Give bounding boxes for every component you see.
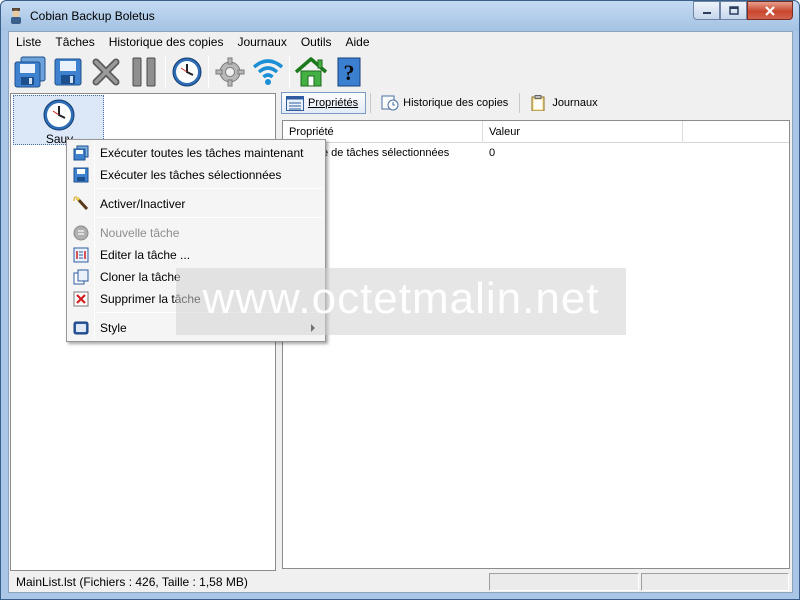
minimize-button[interactable] (693, 1, 720, 20)
maximize-icon (728, 6, 739, 15)
menu-item-label: Nouvelle tâche (100, 226, 180, 240)
svg-text:?: ? (344, 60, 355, 85)
column-header-empty (683, 121, 789, 143)
tab-journaux[interactable]: Journaux (526, 92, 604, 114)
menu-item-label: Style (100, 321, 127, 335)
menu-item-label: Exécuter les tâches sélectionnées (100, 168, 282, 182)
status-text: MainList.lst (Fichiers : 426, Taille : 1… (16, 574, 248, 589)
toolbar-separator (208, 56, 209, 88)
status-panel (489, 572, 639, 591)
clock-icon (172, 57, 202, 87)
menu-item-label: Activer/Inactiver (100, 197, 186, 211)
tab-label: Journaux (552, 97, 598, 109)
save-button[interactable] (49, 54, 87, 90)
settings-gear-icon (215, 57, 245, 87)
menu-journaux[interactable]: Journaux (230, 32, 293, 51)
maximize-button[interactable] (720, 1, 747, 20)
delete-task-icon (73, 291, 89, 307)
magic-wand-icon (73, 196, 89, 211)
wireless-icon (252, 59, 284, 85)
help-button[interactable]: ? (330, 54, 368, 90)
network-button[interactable] (249, 54, 287, 90)
schedule-button[interactable] (168, 54, 206, 90)
toolbar: ? (9, 52, 792, 92)
menu-liste[interactable]: Liste (9, 32, 48, 51)
menu-item-run-all[interactable]: Exécuter toutes les tâches maintenant (69, 142, 323, 164)
tab-separator (370, 93, 372, 113)
window-controls (693, 1, 793, 21)
watermark-text: www.octetmalin.net (202, 274, 600, 323)
menu-item-edit-task[interactable]: Editer la tâche ... (69, 244, 323, 266)
pause-icon (132, 57, 156, 87)
watermark: www.octetmalin.net (176, 268, 626, 335)
run-all-icon (14, 56, 46, 88)
menu-separator (97, 217, 323, 218)
new-task-icon (73, 225, 89, 241)
tab-historique[interactable]: Historique des copies (377, 92, 515, 114)
properties-table[interactable]: Propriété Valeur Nombre de tâches sélect… (282, 120, 790, 569)
properties-icon (286, 95, 304, 111)
task-item[interactable]: Sauv (13, 95, 104, 146)
window-title: Cobian Backup Boletus (30, 9, 155, 23)
clock-icon (43, 99, 75, 131)
menu-taches[interactable]: Tâches (48, 32, 101, 51)
menu-item-new-task: Nouvelle tâche (69, 222, 323, 244)
stop-icon (92, 58, 120, 86)
settings-button[interactable] (211, 54, 249, 90)
app-icon (11, 8, 21, 24)
home-icon (294, 57, 328, 87)
close-button[interactable] (747, 1, 793, 20)
menu-item-label: Cloner la tâche (100, 270, 181, 284)
menu-item-label: Editer la tâche ... (100, 248, 191, 262)
menu-aide[interactable]: Aide (339, 32, 377, 51)
pause-button[interactable] (125, 54, 163, 90)
menu-separator (97, 188, 323, 189)
save-icon (54, 58, 82, 86)
title-bar[interactable]: Cobian Backup Boletus (1, 1, 799, 31)
tab-label: Historique des copies (403, 97, 509, 109)
run-all-icon (73, 145, 89, 161)
run-selected-icon (73, 167, 89, 183)
menu-historique[interactable]: Historique des copies (102, 32, 231, 51)
column-header-value[interactable]: Valeur (483, 121, 683, 143)
close-icon (765, 5, 775, 16)
status-panel (641, 572, 789, 591)
status-bar: MainList.lst (Fichiers : 426, Taille : 1… (9, 571, 792, 592)
clipboard-icon (530, 95, 548, 111)
table-row[interactable]: Nombre de tâches sélectionnées 0 (283, 143, 789, 163)
menu-bar: Liste Tâches Historique des copies Journ… (9, 32, 792, 51)
tab-separator (519, 93, 521, 113)
history-icon (381, 95, 399, 111)
home-button[interactable] (292, 54, 330, 90)
clone-task-icon (73, 269, 89, 285)
minimize-icon (702, 11, 711, 14)
help-icon: ? (337, 57, 361, 87)
tab-proprietes[interactable]: Propriétés (281, 92, 367, 114)
stop-button[interactable] (87, 54, 125, 90)
toolbar-separator (289, 56, 290, 88)
style-icon (73, 321, 89, 335)
menu-outils[interactable]: Outils (294, 32, 339, 51)
edit-task-icon (73, 247, 89, 263)
menu-item-toggle-active[interactable]: Activer/Inactiver (69, 193, 323, 215)
toolbar-separator (165, 56, 166, 88)
run-all-button[interactable] (11, 54, 49, 90)
table-cell-value: 0 (489, 147, 496, 159)
menu-item-label: Exécuter toutes les tâches maintenant (100, 146, 304, 160)
menu-item-run-selected[interactable]: Exécuter les tâches sélectionnées (69, 164, 323, 186)
tab-bar: Propriétés Historique des copies Journau… (281, 90, 609, 116)
tab-label: Propriétés (308, 97, 359, 109)
table-header: Propriété Valeur (283, 121, 789, 143)
